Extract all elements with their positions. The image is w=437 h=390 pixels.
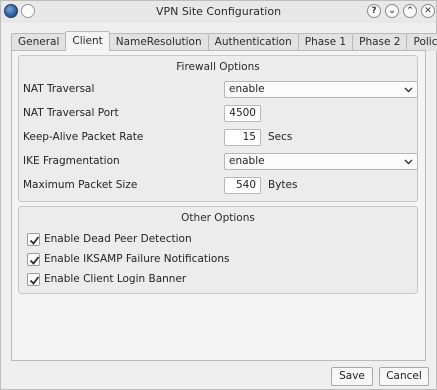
keep-alive-unit: Secs: [268, 131, 293, 143]
max-packet-size-label: Maximum Packet Size: [23, 179, 138, 191]
nat-traversal-select[interactable]: enable: [224, 81, 418, 98]
ike-fragmentation-label: IKE Fragmentation: [23, 155, 120, 167]
tab-policy[interactable]: Policy: [406, 33, 437, 51]
tab-general[interactable]: General: [11, 33, 67, 51]
maximize-icon[interactable]: ⌃: [403, 4, 417, 18]
keep-alive-rate-input[interactable]: 15: [224, 129, 261, 146]
dead-peer-detection-label: Enable Dead Peer Detection: [44, 233, 192, 245]
tab-authentication[interactable]: Authentication: [207, 33, 299, 51]
iksamp-failure-notifications-label: Enable IKSAMP Failure Notifications: [44, 253, 230, 265]
close-icon[interactable]: ✕: [421, 4, 435, 18]
client-login-banner-checkbox[interactable]: [27, 273, 40, 286]
tab-bar: General Client NameResolution Authentica…: [11, 31, 437, 51]
checkmark-icon: [29, 236, 40, 245]
help-icon[interactable]: ?: [367, 4, 381, 18]
save-button[interactable]: Save: [331, 367, 373, 386]
client-login-banner-label: Enable Client Login Banner: [44, 273, 187, 285]
ike-fragmentation-select[interactable]: enable: [224, 153, 418, 170]
checkmark-icon: [29, 256, 40, 265]
firewall-options-title: Firewall Options: [176, 61, 260, 73]
nat-traversal-port-input[interactable]: 4500: [224, 105, 261, 122]
tab-nameresolution[interactable]: NameResolution: [108, 33, 209, 51]
dead-peer-detection-checkbox[interactable]: [27, 233, 40, 246]
max-packet-size-unit: Bytes: [268, 179, 298, 191]
keep-alive-rate-label: Keep-Alive Packet Rate: [23, 131, 144, 143]
chevron-down-icon: [404, 87, 413, 93]
cancel-button[interactable]: Cancel: [379, 367, 429, 386]
tab-phase-2[interactable]: Phase 2: [352, 33, 408, 51]
chevron-down-icon: [404, 159, 413, 165]
tab-phase-1[interactable]: Phase 1: [297, 33, 354, 51]
nat-traversal-label: NAT Traversal: [23, 83, 95, 95]
ike-fragmentation-value: enable: [229, 155, 265, 167]
max-packet-size-input[interactable]: 540: [224, 177, 261, 194]
checkmark-icon: [29, 276, 40, 285]
minimize-icon[interactable]: ⌄: [385, 4, 399, 18]
titlebar[interactable]: VPN Site Configuration ? ⌄ ⌃ ✕: [1, 1, 436, 23]
other-options-group: Other Options Enable Dead Peer Detection…: [18, 206, 418, 294]
vpn-site-configuration-window: VPN Site Configuration ? ⌄ ⌃ ✕ General C…: [0, 0, 437, 390]
other-options-title: Other Options: [181, 212, 255, 224]
iksamp-failure-notifications-checkbox[interactable]: [27, 253, 40, 266]
tab-client[interactable]: Client: [65, 31, 110, 51]
client-tab-panel: Firewall Options NAT Traversal enable NA…: [11, 50, 426, 361]
firewall-options-group: Firewall Options NAT Traversal enable NA…: [18, 55, 418, 202]
nat-traversal-port-label: NAT Traversal Port: [23, 107, 119, 119]
nat-traversal-value: enable: [229, 83, 265, 95]
